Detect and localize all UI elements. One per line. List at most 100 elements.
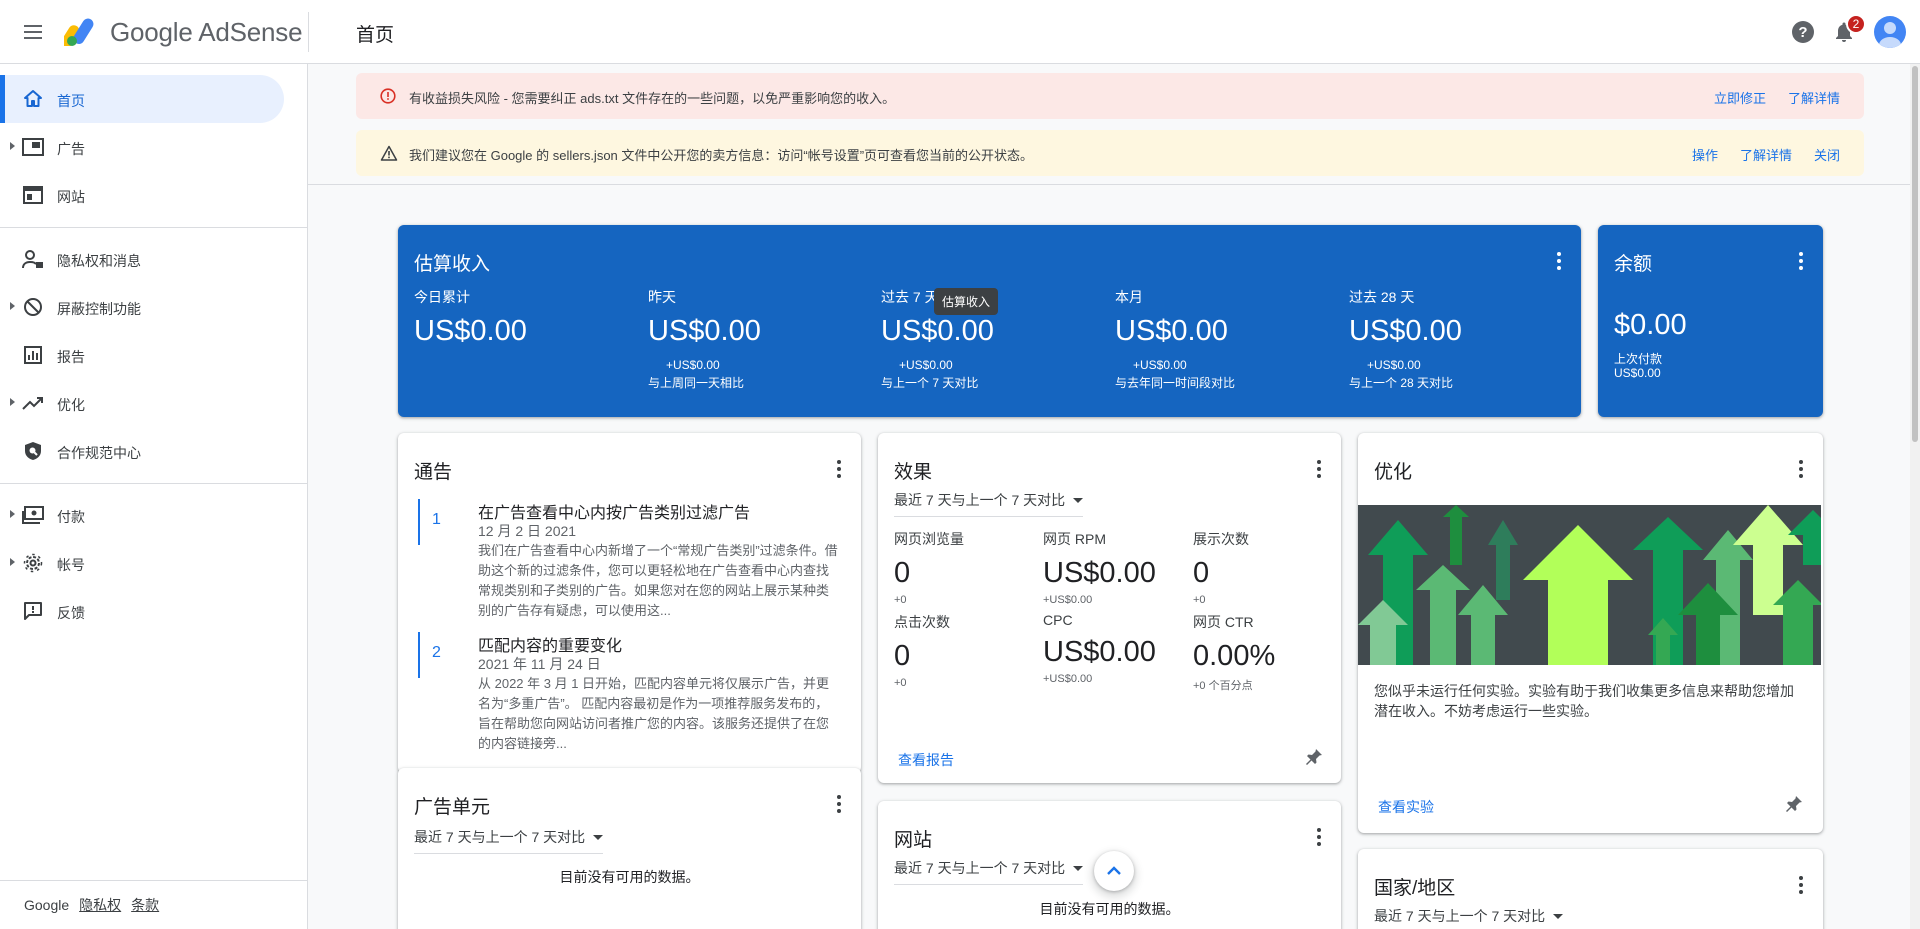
scrollbar-thumb[interactable] — [1912, 66, 1918, 442]
metric-delta: +0 个百分点 — [1193, 680, 1253, 692]
metric-delta: +US$0.00 — [899, 358, 953, 372]
metric-value: US$0.00 — [1043, 636, 1156, 668]
metric-delta: +0 — [894, 594, 907, 606]
learn-more-link[interactable]: 了解详情 — [1788, 88, 1840, 107]
expand-caret-icon — [10, 302, 15, 310]
page-scrollbar[interactable] — [1910, 64, 1920, 929]
reports-icon — [22, 345, 44, 365]
card-title: 网站 — [894, 830, 933, 851]
metric-value: US$0.00 — [648, 315, 761, 347]
sidebar-item-blocking[interactable]: 屏蔽控制功能 — [0, 283, 284, 331]
sidebar-item-label: 付款 — [57, 509, 85, 525]
dropdown-arrow-icon — [1553, 913, 1564, 919]
metric-comparison: 与上周同一天相比 — [648, 376, 745, 390]
ads-txt-error-banner: 有收益损失风险 - 您需要纠正 ads.txt 文件存在的一些问题，以免严重影响… — [356, 73, 1864, 119]
sidebar-item-reports[interactable]: 报告 — [0, 331, 284, 379]
more-options-icon[interactable] — [1557, 252, 1561, 270]
metric-label: 网页浏览量 — [894, 531, 964, 547]
sites-icon — [22, 185, 44, 205]
terms-link[interactable]: 条款 — [131, 895, 159, 915]
pin-icon[interactable] — [1305, 748, 1323, 766]
fix-now-link[interactable]: 立即修正 — [1714, 88, 1766, 107]
main-menu-button[interactable] — [20, 20, 48, 44]
error-banner-actions: 立即修正 了解详情 — [1714, 88, 1840, 107]
help-icon[interactable]: ? — [1792, 21, 1814, 43]
perf-metric-cpc: CPC US$0.00 +US$0.00 — [1043, 612, 1193, 685]
sidebar-item-account[interactable]: 帐号 — [0, 539, 284, 587]
view-experiments-link[interactable]: 查看实验 — [1378, 797, 1434, 817]
earnings-metric-last-28-days: 过去 28 天 US$0.00 +US$0.00 与上一个 28 天对比 — [1349, 287, 1569, 391]
privacy-link[interactable]: 隐私权 — [79, 895, 121, 915]
footer-google: Google — [24, 897, 70, 913]
notice-title: 匹配内容的重要变化 — [478, 638, 623, 655]
menu-icon — [24, 25, 42, 27]
sidebar-item-feedback[interactable]: 反馈 — [0, 587, 284, 635]
perf-metric-pageviews: 网页浏览量 0 +0 — [894, 529, 1044, 606]
date-range-value: 最近 7 天与上一个 7 天对比 — [1374, 908, 1546, 924]
estimated-earnings-card: 估算收入 今日累计 US$0.00 昨天 US$0.00 +US$0.00 与上… — [398, 225, 1581, 417]
card-title: 通告 — [414, 462, 453, 483]
empty-state-text: 目前没有可用的数据。 — [559, 869, 700, 885]
more-options-icon[interactable] — [1799, 876, 1803, 894]
date-range-value: 最近 7 天与上一个 7 天对比 — [894, 860, 1066, 876]
sidebar-item-ads[interactable]: 广告 — [0, 123, 284, 171]
sidebar-item-payments[interactable]: 付款 — [0, 491, 284, 539]
notice-body: 我们在广告查看中心内新增了一个“常规广告类别”过滤条件。借助这个新的过滤条件，您… — [478, 543, 838, 618]
metric-value: US$0.00 — [881, 315, 994, 347]
date-range-dropdown[interactable]: 最近 7 天与上一个 7 天对比 — [894, 490, 1084, 517]
card-title: 效果 — [894, 462, 933, 483]
warning-banner-actions: 操作 了解详情 关闭 — [1692, 145, 1840, 164]
date-range-dropdown[interactable]: 最近 7 天与上一个 7 天对比 — [414, 827, 604, 854]
sidebar-item-privacy[interactable]: 隐私权和消息 — [0, 235, 284, 283]
optimization-icon — [22, 393, 44, 413]
sidebar-item-label: 网站 — [57, 189, 85, 205]
ads-icon — [22, 137, 44, 157]
notice-date: 2021 年 11 月 24 日 — [478, 656, 601, 672]
warning-banner-text: 我们建议您在 Google 的 sellers.json 文件中公开您的卖方信息… — [409, 148, 1034, 163]
metric-delta: +0 — [1193, 594, 1206, 606]
notice-accent-bar — [418, 499, 420, 545]
perf-metric-clicks: 点击次数 0 +0 — [894, 612, 1044, 689]
warning-icon — [380, 145, 398, 164]
scroll-to-top-button[interactable] — [1094, 851, 1134, 891]
card-title: 广告单元 — [414, 797, 491, 818]
dropdown-arrow-icon — [593, 834, 604, 840]
sidebar-item-label: 报告 — [57, 349, 85, 365]
account-avatar[interactable] — [1874, 16, 1906, 48]
optimization-arrows-illustration — [1358, 505, 1821, 665]
metric-value: US$0.00 — [1043, 557, 1156, 589]
metric-delta: +US$0.00 — [666, 358, 720, 372]
perf-metric-impressions: 展示次数 0 +0 — [1193, 529, 1341, 606]
date-range-dropdown[interactable]: 最近 7 天与上一个 7 天对比 — [1374, 906, 1564, 929]
more-options-icon[interactable] — [837, 460, 841, 478]
sidebar-item-optimization[interactable]: 优化 — [0, 379, 284, 427]
sidebar-item-home[interactable]: 首页 — [0, 75, 284, 123]
notice-body: 从 2022 年 3 月 1 日开始，匹配内容单元将仅展示广告，并更名为“多重广… — [478, 676, 830, 751]
optimization-card: 优化 您似乎未运行任何实验。实验有助于我们收集更多信息来帮助您增加潜在收入。不妨… — [1358, 433, 1823, 833]
content-divider — [308, 184, 1920, 185]
earnings-metric-today: 今日累计 US$0.00 — [414, 287, 634, 348]
more-options-icon[interactable] — [1317, 828, 1321, 846]
notifications-button[interactable]: 2 — [1832, 14, 1866, 44]
learn-more-link[interactable]: 了解详情 — [1740, 145, 1792, 164]
sidebar-item-label: 屏蔽控制功能 — [57, 301, 141, 317]
adsense-logo-icon — [64, 18, 94, 46]
more-options-icon[interactable] — [1799, 460, 1803, 478]
date-range-dropdown[interactable]: 最近 7 天与上一个 7 天对比 — [894, 858, 1084, 885]
adsense-logo[interactable]: Google AdSense — [64, 16, 303, 48]
more-options-icon[interactable] — [1799, 252, 1803, 270]
dropdown-arrow-icon — [1073, 497, 1084, 503]
sidebar-item-policy-center[interactable]: 合作规范中心 — [0, 427, 284, 475]
expand-caret-icon — [10, 398, 15, 406]
metric-label: 网页 CTR — [1193, 614, 1254, 630]
empty-state-text: 目前没有可用的数据。 — [1039, 901, 1180, 917]
pin-icon[interactable] — [1785, 795, 1803, 813]
sidebar-item-label: 优化 — [57, 397, 85, 413]
more-options-icon[interactable] — [837, 795, 841, 813]
metric-comparison: 与去年同一时间段对比 — [1115, 376, 1236, 390]
view-report-link[interactable]: 查看报告 — [898, 750, 954, 770]
sidebar-item-sites[interactable]: 网站 — [0, 171, 284, 219]
dismiss-link[interactable]: 关闭 — [1814, 145, 1840, 164]
more-options-icon[interactable] — [1317, 460, 1321, 478]
action-link[interactable]: 操作 — [1692, 145, 1718, 164]
